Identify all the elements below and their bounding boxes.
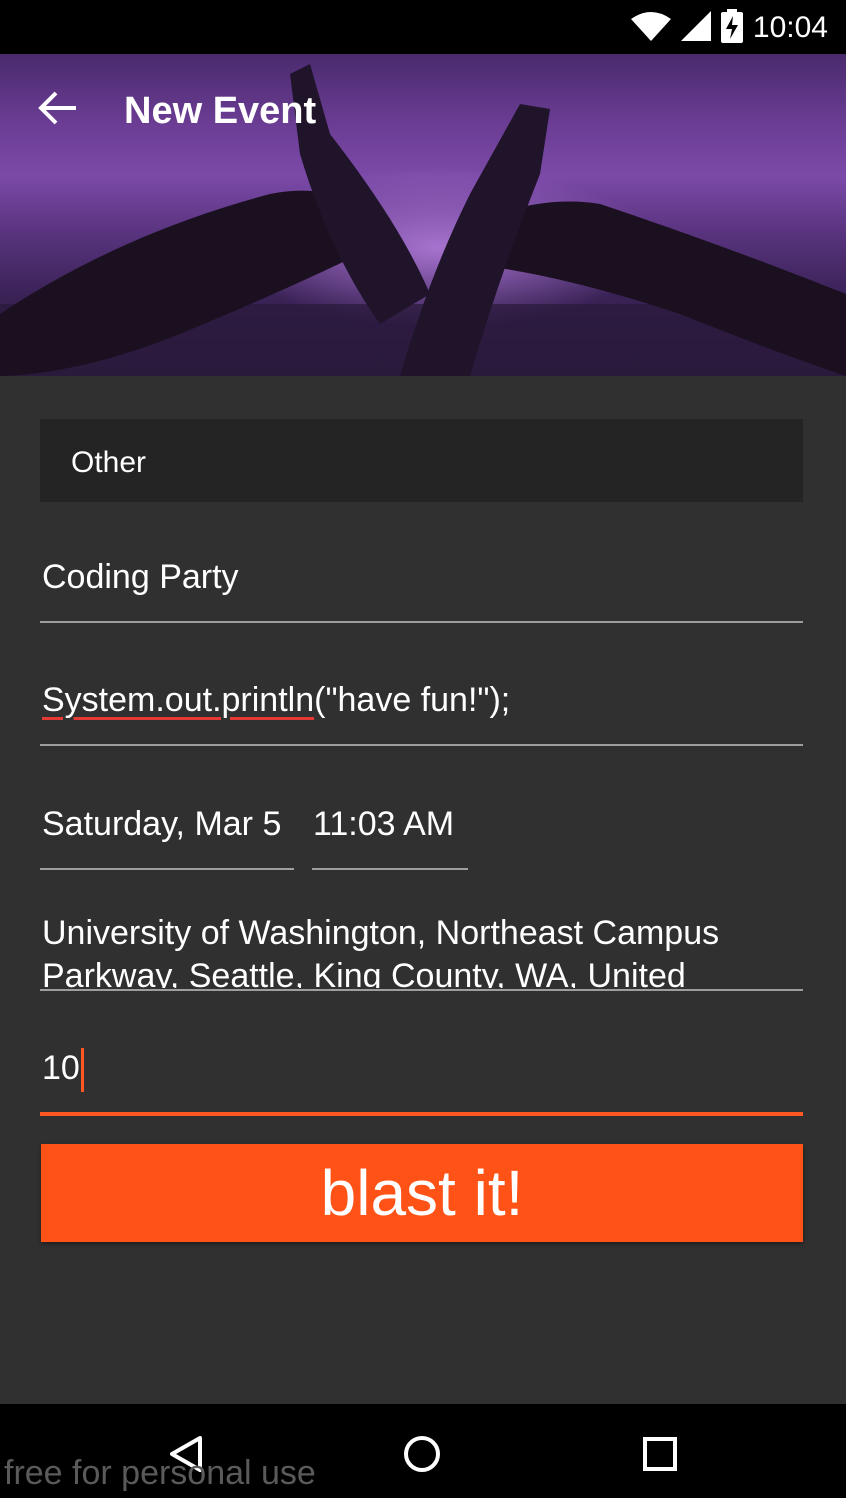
header-image: New Event xyxy=(0,54,846,376)
time-underline xyxy=(312,868,468,870)
arrow-back-icon xyxy=(38,90,78,131)
cell-signal-icon xyxy=(680,10,711,46)
status-icons: 10:04 xyxy=(630,8,828,48)
description-rest: ("have fun!"); xyxy=(314,681,511,719)
event-name-field[interactable]: Coding Party xyxy=(42,558,802,597)
location-field[interactable]: University of Washington, Northeast Camp… xyxy=(42,912,812,988)
nav-home-icon xyxy=(402,1434,442,1479)
toolbar: New Event xyxy=(0,54,846,166)
wifi-icon xyxy=(630,11,671,46)
date-underline xyxy=(40,868,294,870)
capacity-underline xyxy=(40,1112,803,1116)
status-bar: 10:04 xyxy=(0,0,846,54)
category-selected: Other xyxy=(71,446,147,479)
location-line-1: University of Washington, Northeast Camp… xyxy=(42,914,720,952)
description-field[interactable]: System.out.println("have fun!"); xyxy=(42,681,802,720)
nav-recents-icon xyxy=(642,1436,678,1477)
battery-charging-icon xyxy=(720,8,743,48)
date-field[interactable]: Saturday, Mar 5 xyxy=(42,805,302,844)
misspelled-word: System.out.println xyxy=(42,681,315,719)
location-line-2: Parkway, Seattle, King County, WA, Unite… xyxy=(42,957,686,988)
back-button[interactable] xyxy=(28,80,88,140)
location-underline xyxy=(40,989,803,991)
description-underline xyxy=(40,744,803,746)
text-cursor xyxy=(80,1048,84,1092)
blast-it-button[interactable]: blast it! xyxy=(41,1144,803,1242)
category-spinner[interactable]: Other xyxy=(40,419,803,502)
time-field[interactable]: 11:03 AM xyxy=(313,805,473,844)
event-name-underline xyxy=(40,621,803,623)
watermark-text: free for personal use xyxy=(4,1454,316,1492)
nav-home-button[interactable] xyxy=(392,1426,452,1486)
capacity-field[interactable]: 10 xyxy=(42,1048,802,1094)
capacity-value: 10 xyxy=(42,1048,80,1087)
status-time: 10:04 xyxy=(752,11,828,44)
page-title: New Event xyxy=(124,90,317,132)
nav-recents-button[interactable] xyxy=(630,1426,690,1486)
